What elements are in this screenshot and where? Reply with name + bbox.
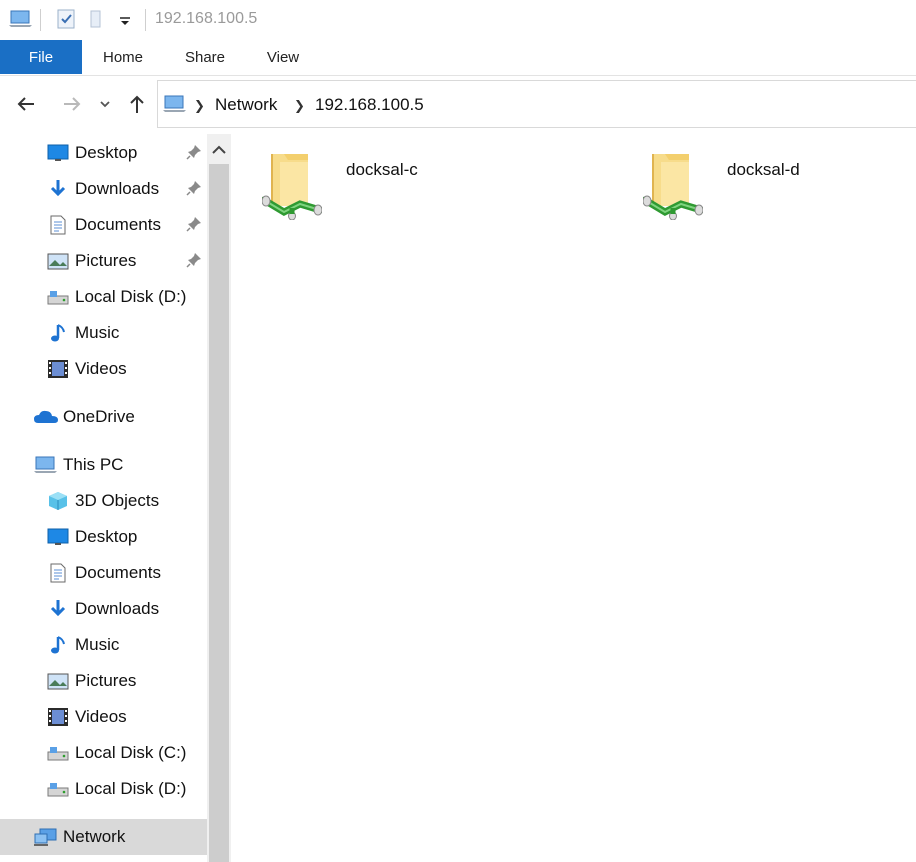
new-folder-icon[interactable] — [88, 8, 108, 30]
sidebar-item-label: Local Disk (C:) — [75, 743, 187, 762]
sidebar-item-label: Local Disk (D:) — [75, 287, 187, 306]
navigation-bar: ❯ Network ❯ 192.168.100.5 — [0, 80, 916, 130]
scroll-up-arrow-icon[interactable] — [207, 134, 231, 164]
scrollbar-thumb[interactable] — [209, 164, 229, 862]
share-name: docksal-d — [727, 160, 800, 179]
ribbon-divider — [0, 75, 916, 76]
sidebar-item-label: OneDrive — [63, 407, 135, 426]
videos-icon — [47, 707, 69, 727]
customize-dropdown-icon[interactable] — [118, 8, 132, 30]
onedrive-icon — [33, 407, 59, 427]
network-share-item[interactable]: docksal-c — [232, 144, 592, 224]
sidebar-item-label: Videos — [75, 359, 127, 378]
sidebar-item-videos[interactable]: Videos — [0, 351, 207, 387]
sidebar-item-pictures[interactable]: Pictures — [0, 243, 207, 279]
sidebar-item-label: Downloads — [75, 599, 160, 618]
music-icon — [47, 635, 69, 655]
documents-icon — [47, 215, 69, 235]
pin-icon[interactable] — [186, 144, 202, 160]
sidebar-item-music[interactable]: Music — [0, 315, 207, 351]
pin-icon[interactable] — [186, 180, 202, 196]
sidebar-item-videos[interactable]: Videos — [0, 699, 207, 735]
network-share-folder-icon — [643, 150, 703, 220]
window-title: 192.168.100.5 — [155, 10, 258, 27]
breadcrumb-host[interactable]: 192.168.100.5 — [315, 95, 424, 115]
sidebar-item-documents[interactable]: Documents — [0, 207, 207, 243]
back-arrow-icon[interactable] — [14, 92, 38, 116]
sidebar-item-label: Pictures — [75, 671, 137, 690]
downloads-icon — [47, 599, 69, 619]
tab-file[interactable]: File — [0, 40, 82, 74]
sidebar-item-label: This PC — [63, 455, 124, 474]
up-arrow-icon[interactable] — [125, 92, 149, 116]
sidebar-item-onedrive[interactable]: OneDrive — [0, 399, 207, 435]
tab-share[interactable]: Share — [172, 40, 238, 74]
sidebar-item-local-disk-c[interactable]: Local Disk (C:) — [0, 735, 207, 771]
ribbon-tabs: File Home Share View — [0, 40, 916, 76]
sidebar-item-label: Desktop — [75, 143, 138, 162]
computer-icon[interactable] — [8, 8, 34, 30]
address-bar[interactable]: ❯ Network ❯ 192.168.100.5 — [157, 80, 916, 128]
sidebar-item-label: Documents — [75, 215, 161, 234]
qat-separator — [40, 9, 41, 31]
sidebar-item-this-pc[interactable]: This PC — [0, 447, 207, 483]
file-list: docksal-c docksal-d — [232, 134, 916, 862]
network-location-icon — [162, 93, 188, 115]
breadcrumb-chevron-icon[interactable]: ❯ — [294, 98, 305, 114]
local-disk-icon — [47, 779, 69, 799]
sidebar-item-downloads[interactable]: Downloads — [0, 171, 207, 207]
pin-icon[interactable] — [186, 216, 202, 232]
this-pc-icon — [33, 455, 59, 475]
sidebar-item-label: Network — [63, 827, 126, 846]
sidebar-item-label: Music — [75, 635, 120, 654]
share-name: docksal-c — [346, 160, 418, 179]
sidebar-item-label: Pictures — [75, 251, 137, 270]
sidebar-item-label: Local Disk (D:) — [75, 779, 187, 798]
sidebar-item-label: Downloads — [75, 179, 160, 198]
sidebar-item-label: Desktop — [75, 527, 138, 546]
forward-arrow-icon[interactable] — [60, 92, 84, 116]
3d-objects-icon — [47, 491, 69, 511]
properties-check-icon[interactable] — [56, 8, 76, 30]
sidebar-item-local-disk-d[interactable]: Local Disk (D:) — [0, 279, 207, 315]
sidebar-item-3d-objects[interactable]: 3D Objects — [0, 483, 207, 519]
sidebar-scrollbar[interactable] — [207, 134, 231, 862]
local-disk-icon — [47, 743, 69, 763]
title-bar: 192.168.100.5 — [0, 0, 916, 40]
documents-icon — [47, 563, 69, 583]
sidebar-item-downloads[interactable]: Downloads — [0, 591, 207, 627]
sidebar-item-pictures[interactable]: Pictures — [0, 663, 207, 699]
network-share-folder-icon — [262, 150, 322, 220]
tab-view[interactable]: View — [252, 40, 314, 74]
sidebar-item-documents[interactable]: Documents — [0, 555, 207, 591]
sidebar-item-network[interactable]: Network — [0, 819, 207, 855]
pictures-icon — [47, 671, 69, 691]
sidebar-item-label: Videos — [75, 707, 127, 726]
local-disk-icon — [47, 287, 69, 307]
sidebar-item-desktop[interactable]: Desktop — [0, 135, 207, 171]
desktop-icon — [47, 143, 69, 163]
sidebar-item-label: 3D Objects — [75, 491, 160, 510]
sidebar-item-local-disk-d[interactable]: Local Disk (D:) — [0, 771, 207, 807]
sidebar-item-desktop[interactable]: Desktop — [0, 519, 207, 555]
breadcrumb-chevron-icon[interactable]: ❯ — [194, 98, 205, 114]
title-separator — [145, 9, 146, 31]
recent-locations-chevron-icon[interactable] — [98, 92, 112, 116]
breadcrumb-network[interactable]: Network — [215, 95, 277, 115]
desktop-icon — [47, 527, 69, 547]
network-icon — [33, 827, 59, 847]
videos-icon — [47, 359, 69, 379]
tab-home[interactable]: Home — [90, 40, 156, 74]
sidebar-item-label: Music — [75, 323, 120, 342]
navigation-pane: Desktop Downloads Documents Pictures Loc… — [0, 134, 207, 862]
network-share-item[interactable]: docksal-d — [613, 144, 916, 224]
sidebar-item-music[interactable]: Music — [0, 627, 207, 663]
music-icon — [47, 323, 69, 343]
pin-icon[interactable] — [186, 252, 202, 268]
sidebar-item-label: Documents — [75, 563, 161, 582]
pictures-icon — [47, 251, 69, 271]
downloads-icon — [47, 179, 69, 199]
